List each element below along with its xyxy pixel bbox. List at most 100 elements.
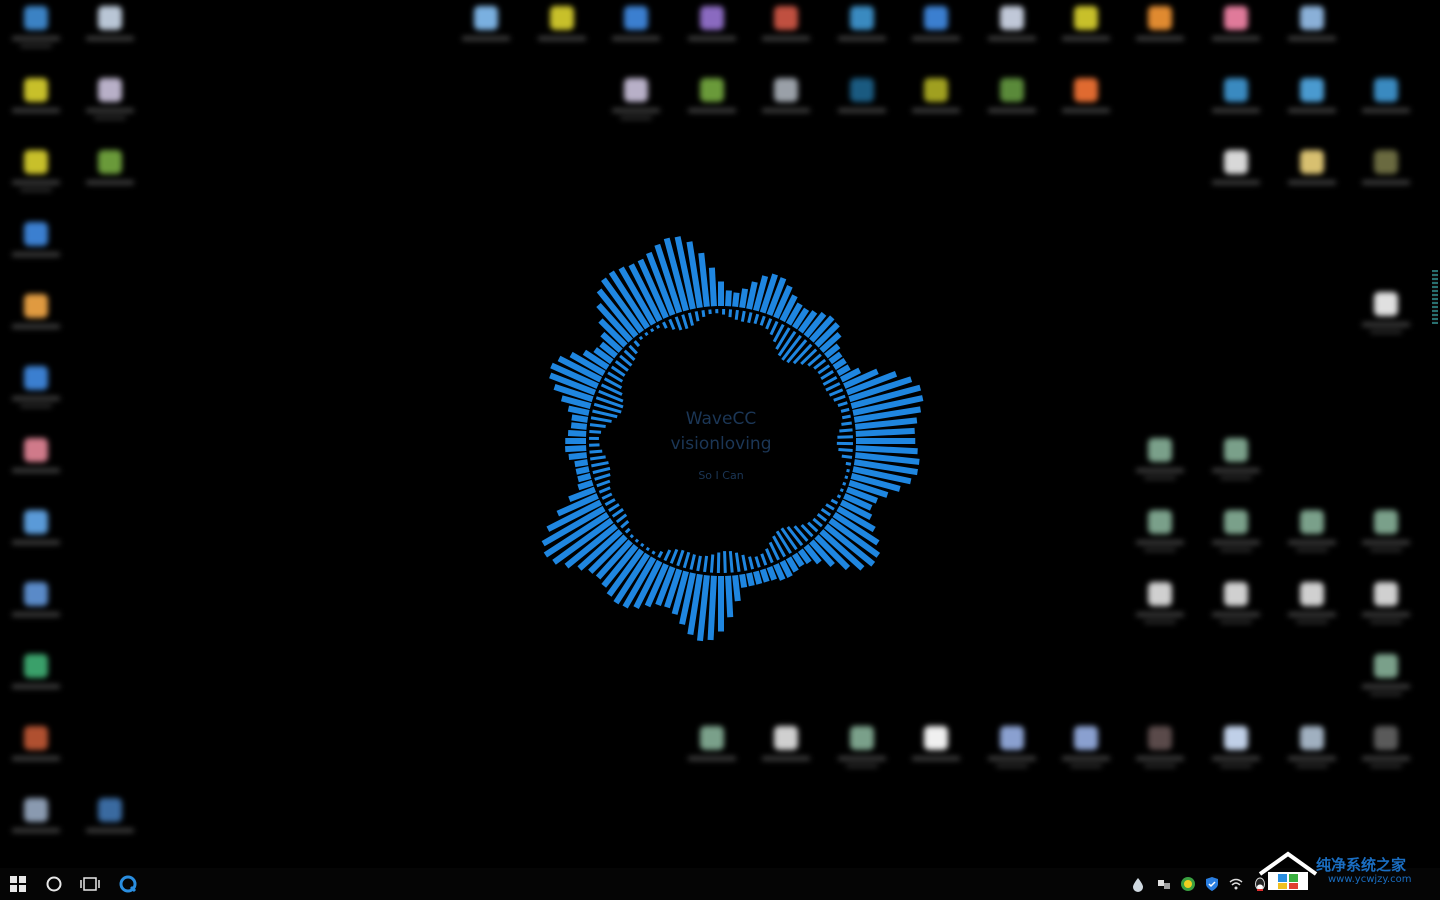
- wifi-icon[interactable]: [1228, 876, 1244, 892]
- visualizer-inner-bar: [598, 486, 611, 494]
- desktop-icon-cluster-4[interactable]: [1206, 508, 1266, 568]
- desktop-icon-row2-9[interactable]: [1282, 76, 1342, 136]
- desktop-icon-top-7[interactable]: [906, 4, 966, 64]
- desktop-icon-top-5[interactable]: [756, 4, 816, 64]
- desktop-icon-row2-5[interactable]: [906, 76, 966, 136]
- desktop-icon-bottom-4[interactable]: [906, 724, 966, 784]
- desktop-icon-cluster-8[interactable]: [1206, 580, 1266, 640]
- visualizer-outer-bar: [739, 288, 749, 309]
- desktop-icon-cluster-7[interactable]: [1130, 580, 1190, 640]
- visualizer-outer-bar: [732, 574, 741, 602]
- desktop-icon-cluster-2[interactable]: [1206, 436, 1266, 496]
- visualizer-inner-bar: [748, 556, 755, 570]
- visualizer-outer-bar: [855, 427, 915, 437]
- desktop-icon-11[interactable]: [6, 508, 66, 568]
- desktop-icon-cluster-1[interactable]: [1130, 436, 1190, 496]
- desktop-icon-5[interactable]: [6, 148, 66, 208]
- browser-icon[interactable]: [110, 868, 146, 900]
- visualizer-inner-bar: [760, 553, 768, 566]
- visualizer-inner-bar: [694, 311, 700, 322]
- desktop-icon-row2-7[interactable]: [1056, 76, 1116, 136]
- visualizer-inner-bar: [682, 551, 691, 569]
- desktop-icon-bottom-3[interactable]: [832, 724, 892, 784]
- visualizer-outer-bar: [753, 570, 763, 585]
- visualizer-inner-bar: [828, 388, 844, 397]
- desktop-icon-6[interactable]: [80, 148, 140, 208]
- desktop-icon-3[interactable]: [6, 76, 66, 136]
- desktop-icon-8[interactable]: [6, 292, 66, 352]
- visualizer-inner-bar: [837, 435, 853, 439]
- desktop-icon-13[interactable]: [6, 652, 66, 712]
- desktop-icon-top-6[interactable]: [832, 4, 892, 64]
- visualizer-inner-bar: [837, 401, 848, 408]
- visualizer-inner-bar: [623, 349, 636, 361]
- desktop-icon-2[interactable]: [80, 4, 140, 64]
- desktop-icon-cluster-5[interactable]: [1282, 508, 1342, 568]
- visualizer-inner-bar: [662, 321, 668, 329]
- water-drop-icon[interactable]: [1130, 876, 1146, 892]
- desktop-icon-top-8[interactable]: [982, 4, 1042, 64]
- visualizer-inner-bar: [728, 309, 733, 318]
- desktop-icon-7[interactable]: [6, 220, 66, 280]
- desktop-icon-row2-4[interactable]: [832, 76, 892, 136]
- desktop-icon-top-4[interactable]: [682, 4, 742, 64]
- task-view-icon[interactable]: [72, 868, 108, 900]
- desktop-icon-15[interactable]: [6, 796, 66, 856]
- desktop-icon-row2-8[interactable]: [1206, 76, 1266, 136]
- desktop-icon-top-10[interactable]: [1130, 4, 1190, 64]
- desktop-icon-1[interactable]: [6, 4, 66, 64]
- visualizer-inner-bar: [629, 534, 634, 539]
- desktop-icon-row3-1[interactable]: [1206, 148, 1266, 208]
- desktop-icon-cluster-11[interactable]: [1356, 652, 1416, 712]
- desktop-icon-bottom-10[interactable]: [1356, 724, 1416, 784]
- visualizer-inner-bar: [792, 343, 813, 365]
- desktop-icon-top-2[interactable]: [532, 4, 592, 64]
- desktop-icon-bottom-5[interactable]: [982, 724, 1042, 784]
- visualizer-inner-bar: [589, 449, 603, 454]
- desktop-icon-4[interactable]: [80, 76, 140, 136]
- desktop-icon-bottom-6[interactable]: [1056, 724, 1116, 784]
- desktop-icon-9[interactable]: [6, 364, 66, 424]
- network-monitor-icon[interactable]: [1156, 876, 1172, 892]
- desktop-icon-top-11[interactable]: [1206, 4, 1266, 64]
- visualizer-outer-bar: [725, 575, 734, 618]
- desktop-icon-10[interactable]: [6, 436, 66, 496]
- security-app-icon[interactable]: [1180, 876, 1196, 892]
- desktop-icon-top-9[interactable]: [1056, 4, 1116, 64]
- desktop-icon-bottom-1[interactable]: [682, 724, 742, 784]
- desktop-icon-cluster-9[interactable]: [1282, 580, 1342, 640]
- visualizer-inner-bar: [813, 358, 827, 370]
- visualizer-inner-bar: [620, 520, 630, 529]
- visualizer-inner-bar: [817, 364, 831, 375]
- desktop-icon-top-12[interactable]: [1282, 4, 1342, 64]
- desktop-icon-12[interactable]: [6, 580, 66, 640]
- visualizer-inner-bar: [825, 503, 835, 511]
- desktop-icon-14[interactable]: [6, 724, 66, 784]
- desktop-icon-bottom-2[interactable]: [756, 724, 816, 784]
- cortana-circle-icon[interactable]: [36, 868, 72, 900]
- shield-icon[interactable]: [1204, 876, 1220, 892]
- desktop-icon-cluster-3[interactable]: [1130, 508, 1190, 568]
- desktop-icon-row3-3[interactable]: [1356, 148, 1416, 208]
- desktop-icon-top-3[interactable]: [606, 4, 666, 64]
- desktop-icon-row2-2[interactable]: [682, 76, 742, 136]
- visualizer-inner-bar: [638, 335, 644, 341]
- desktop-icon-row2-3[interactable]: [756, 76, 816, 136]
- site-watermark: 纯净系统之家 www.ycwjzy.com: [1258, 850, 1434, 892]
- desktop-icon-16[interactable]: [80, 796, 140, 856]
- desktop-icon-right-1[interactable]: [1356, 290, 1416, 350]
- desktop-icon-bottom-8[interactable]: [1206, 724, 1266, 784]
- visualizer-inner-bar: [676, 549, 685, 567]
- desktop-icon-row2-10[interactable]: [1356, 76, 1416, 136]
- desktop-icon-bottom-7[interactable]: [1130, 724, 1190, 784]
- visualizer-inner-bar: [830, 498, 839, 505]
- desktop-icon-row3-2[interactable]: [1282, 148, 1342, 208]
- desktop-icon-row2-6[interactable]: [982, 76, 1042, 136]
- desktop-icon-top-1[interactable]: [456, 4, 516, 64]
- windows-logo-icon[interactable]: [0, 868, 36, 900]
- desktop-icon-cluster-6[interactable]: [1356, 508, 1416, 568]
- desktop-icon-row2-1[interactable]: [606, 76, 666, 136]
- desktop-icon-bottom-9[interactable]: [1282, 724, 1342, 784]
- visualizer-inner-bar: [591, 461, 609, 468]
- desktop-icon-cluster-10[interactable]: [1356, 580, 1416, 640]
